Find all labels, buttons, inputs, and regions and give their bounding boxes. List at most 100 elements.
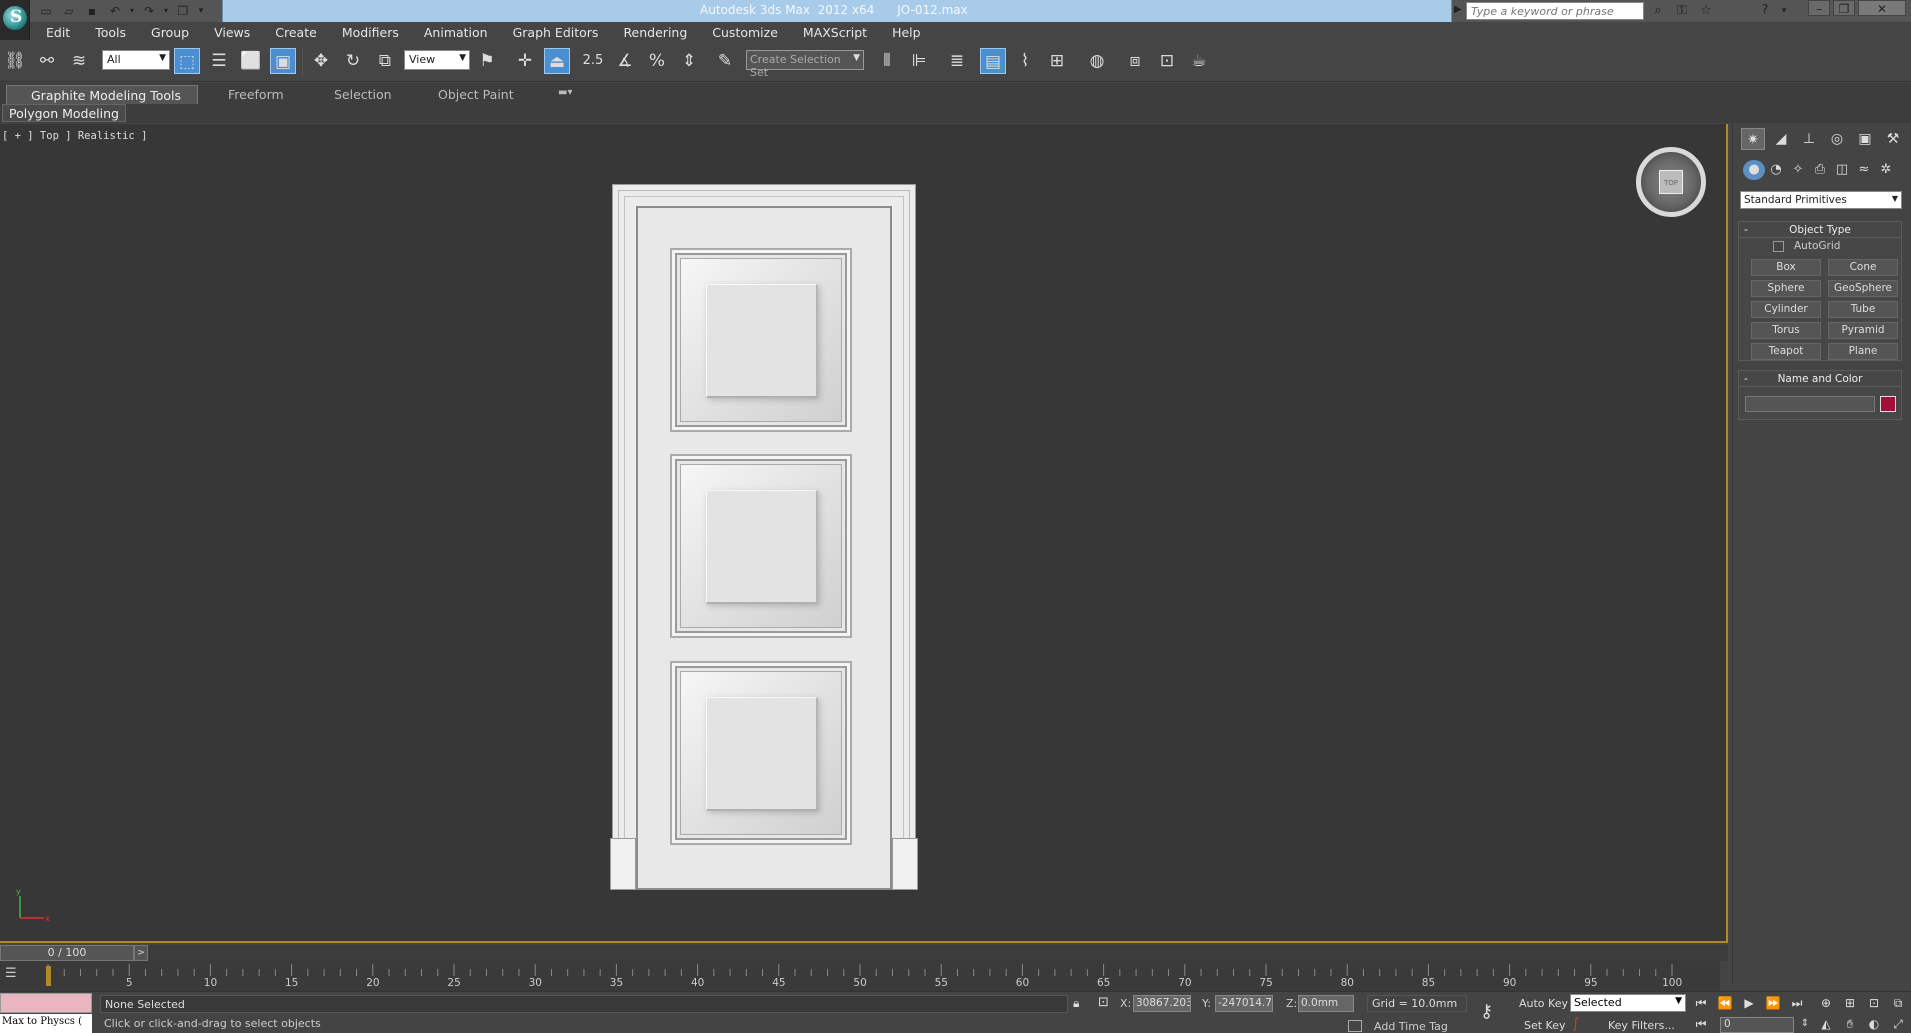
menu-modifiers[interactable]: Modifiers [342, 22, 399, 42]
key-mode-toggle-icon[interactable]: ⏮ [1691, 1015, 1711, 1033]
graphite-toggle-icon[interactable]: ▤ [980, 48, 1006, 74]
go-to-end-icon[interactable]: ⏭ [1787, 994, 1807, 1012]
menu-maxscript[interactable]: MAXScript [803, 22, 867, 42]
menu-help[interactable]: Help [892, 22, 921, 42]
render-setup-icon[interactable]: ⧈ [1122, 48, 1148, 74]
zoom-extents-icon[interactable]: ⊡ [1864, 994, 1884, 1012]
tab-selection[interactable]: Selection [324, 85, 402, 104]
tab-object-paint[interactable]: Object Paint [428, 85, 524, 104]
application-button[interactable] [0, 0, 30, 40]
percent-snap-icon[interactable]: % [644, 48, 670, 74]
play-icon[interactable]: ▶ [1739, 994, 1759, 1012]
menu-customize[interactable]: Customize [712, 22, 778, 42]
z-coordinate-field[interactable]: 0.0mm [1298, 995, 1354, 1012]
current-time-marker[interactable] [46, 966, 51, 986]
go-to-start-icon[interactable]: ⏮ [1691, 994, 1711, 1012]
edit-named-selection-icon[interactable]: ✎ [712, 48, 738, 74]
object-category-dropdown[interactable]: Standard Primitives ▼ [1740, 191, 1902, 209]
binoculars-icon[interactable]: ⌕ [1648, 2, 1668, 20]
render-production-icon[interactable]: ☕ [1186, 48, 1212, 74]
help-dropdown-icon[interactable]: ▾ [1774, 2, 1794, 20]
menu-edit[interactable]: Edit [46, 22, 70, 42]
object-name-field[interactable] [1745, 396, 1875, 412]
current-frame-field[interactable]: 0 [1720, 1017, 1794, 1033]
snap-toggle-icon[interactable]: 2.5 [580, 48, 606, 74]
save-file-icon[interactable]: ▪ [82, 2, 102, 20]
tab-freeform[interactable]: Freeform [218, 85, 294, 104]
hierarchy-tab-icon[interactable]: ⊥ [1797, 128, 1821, 150]
zoom-all-icon[interactable]: ⊞ [1840, 994, 1860, 1012]
display-tab-icon[interactable]: ▣ [1853, 128, 1877, 150]
menu-animation[interactable]: Animation [424, 22, 488, 42]
link-icon[interactable]: ⛓ [2, 48, 28, 74]
menu-group[interactable]: Group [151, 22, 189, 42]
maxscript-mini-listener[interactable]: Max to Physcs ( [0, 1014, 92, 1033]
autogrid-checkbox[interactable] [1773, 241, 1784, 252]
tube-button[interactable]: Tube [1828, 301, 1898, 318]
systems-icon[interactable]: ✲ [1875, 160, 1897, 180]
orbit-icon[interactable]: ◐ [1864, 1015, 1884, 1033]
space-warps-icon[interactable]: ≈ [1853, 160, 1875, 180]
next-frame-icon[interactable]: ⏩ [1763, 994, 1783, 1012]
mirror-icon[interactable]: ⫴ [874, 48, 900, 74]
shapes-icon[interactable]: ◔ [1765, 160, 1787, 180]
customize-qat-icon[interactable]: ▾ [196, 2, 206, 20]
time-configuration-icon[interactable]: ⇕ [1795, 1015, 1815, 1033]
maxscript-listener-output[interactable] [0, 993, 92, 1013]
cameras-icon[interactable]: ⎙ [1809, 160, 1831, 180]
tab-graphite-modeling-tools[interactable]: Graphite Modeling Tools [6, 85, 198, 104]
door-model[interactable] [610, 184, 918, 890]
redo-icon[interactable]: ↷ [139, 2, 159, 20]
object-type-header[interactable]: - Object Type [1739, 222, 1901, 238]
auto-key-button[interactable]: Auto Key [1519, 997, 1568, 1010]
minimize-button[interactable]: – [1808, 0, 1830, 16]
unlink-icon[interactable]: ⚯ [34, 48, 60, 74]
time-slider[interactable]: 0 / 100 [0, 945, 134, 961]
selection-filter-dropdown[interactable]: All ▼ [102, 50, 170, 70]
next-frame-arrow-icon[interactable]: > [134, 945, 148, 961]
mini-curve-editor-icon[interactable]: ☰ [5, 966, 23, 982]
object-color-swatch[interactable] [1880, 396, 1896, 412]
set-key-button[interactable]: Set Key [1524, 1019, 1566, 1032]
scale-icon[interactable]: ⧉ [372, 48, 398, 74]
undo-dropdown-icon[interactable]: ▾ [128, 2, 136, 20]
undo-icon[interactable]: ↶ [105, 2, 125, 20]
bind-space-warp-icon[interactable]: ≋ [66, 48, 92, 74]
named-selection-dropdown[interactable]: Create Selection Set ▼ [746, 50, 864, 79]
utilities-tab-icon[interactable]: ⚒ [1881, 128, 1905, 150]
search-expand-icon[interactable]: ▶ [1454, 4, 1462, 15]
menu-rendering[interactable]: Rendering [623, 22, 687, 42]
rotate-icon[interactable]: ↻ [340, 48, 366, 74]
plane-button[interactable]: Plane [1828, 343, 1898, 360]
default-tangents-icon[interactable]: ∫ [1572, 1016, 1579, 1032]
x-coordinate-field[interactable]: 30867.203 [1133, 995, 1191, 1012]
schematic-view-icon[interactable]: ⊞ [1044, 48, 1070, 74]
time-slider-track[interactable] [0, 945, 1728, 961]
project-folder-icon[interactable]: ❐ [173, 2, 193, 20]
keyboard-shortcut-override-icon[interactable]: ⏏ [544, 48, 570, 74]
name-and-color-header[interactable]: - Name and Color [1739, 371, 1901, 387]
select-by-name-icon[interactable]: ☰ [206, 48, 232, 74]
redo-dropdown-icon[interactable]: ▾ [162, 2, 170, 20]
subscription-key-icon[interactable]: ⚿ [1672, 2, 1692, 20]
pyramid-button[interactable]: Pyramid [1828, 322, 1898, 339]
spinner-snap-icon[interactable]: ⇕ [676, 48, 702, 74]
motion-tab-icon[interactable]: ◎ [1825, 128, 1849, 150]
torus-button[interactable]: Torus [1751, 322, 1821, 339]
viewcube-top-face[interactable]: TOP [1659, 170, 1683, 194]
box-button[interactable]: Box [1751, 259, 1821, 276]
pan-view-icon[interactable]: ✋︎ [1840, 1015, 1860, 1033]
open-file-icon[interactable]: ▱ [59, 2, 79, 20]
curve-editor-icon[interactable]: ⌇ [1012, 48, 1038, 74]
angle-snap-icon[interactable]: ∡ [612, 48, 638, 74]
restore-button[interactable]: ❐ [1833, 0, 1855, 16]
align-icon[interactable]: ⊫ [906, 48, 932, 74]
zoom-icon[interactable]: ⊕ [1816, 994, 1836, 1012]
select-manipulate-icon[interactable]: ✛ [512, 48, 538, 74]
key-filters-button[interactable]: Key Filters... [1608, 1019, 1675, 1032]
zoom-extents-all-icon[interactable]: ⧉ [1888, 994, 1908, 1012]
lights-icon[interactable]: ✧ [1787, 160, 1809, 180]
y-coordinate-field[interactable]: -247014.7 [1215, 995, 1273, 1012]
cone-button[interactable]: Cone [1828, 259, 1898, 276]
add-time-tag-button[interactable]: Add Time Tag [1374, 1020, 1448, 1033]
